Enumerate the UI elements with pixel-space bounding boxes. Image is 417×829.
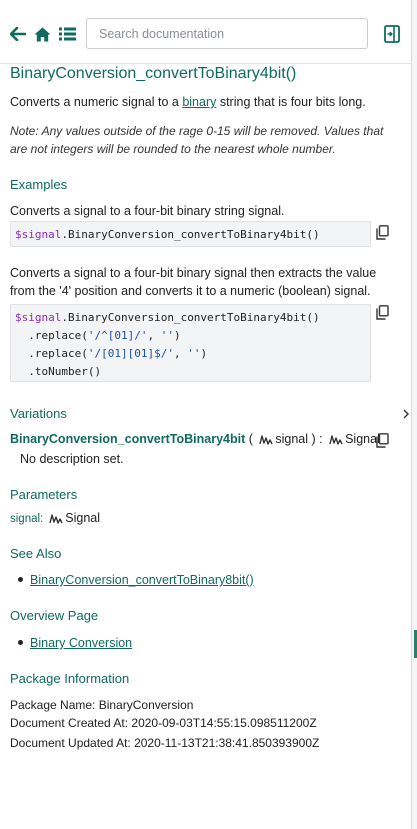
copy-icon[interactable]: [376, 225, 390, 241]
see-also-heading: See Also: [10, 546, 62, 561]
argument-type: signal: [275, 432, 309, 446]
variation-no-description: No description set.: [20, 452, 124, 466]
code-text: ): [173, 329, 181, 342]
binary-link[interactable]: binary: [182, 95, 216, 109]
parameters-heading: Parameters: [10, 487, 78, 502]
example-2-code[interactable]: $signal.BinaryConversion_convertToBinary…: [10, 304, 371, 382]
examples-heading: Examples: [10, 177, 68, 192]
return-type: Signal: [345, 432, 380, 446]
code-string: '': [187, 347, 201, 360]
signal-icon: [329, 434, 343, 448]
variation-signature: BinaryConversion_convertToBinary4bit ( s…: [10, 432, 380, 448]
documentation-panel: BinaryConversion_convertToBinary4bit() C…: [0, 0, 412, 829]
see-also-link[interactable]: BinaryConversion_convertToBinary8bit(): [30, 573, 254, 587]
function-description: Converts a numeric signal to a binary st…: [10, 95, 366, 109]
see-also-item: BinaryConversion_convertToBinary8bit(): [18, 573, 254, 587]
overview-item: Binary Conversion: [18, 636, 132, 650]
code-line-2: .replace('/^[01]/', ''): [15, 327, 366, 345]
parameter-row: signal: Signal: [10, 511, 100, 527]
code-text: ,: [173, 347, 188, 360]
parameter-name: signal:: [10, 513, 44, 525]
code-string: '/^[01]/': [87, 329, 148, 342]
note-text: Note: Any values outside of the rage 0-1…: [10, 124, 384, 156]
parameter-type: Signal: [65, 511, 100, 525]
bullet-icon: [18, 640, 23, 645]
variation-function-name[interactable]: BinaryConversion_convertToBinary4bit: [10, 432, 245, 446]
code-string: '/[01][01]$/': [87, 347, 174, 360]
copy-icon[interactable]: [376, 305, 390, 321]
document-created: Document Created At: 2020-09-03T14:55:15…: [10, 716, 317, 730]
open-paren: (: [245, 432, 257, 446]
signal-icon: [259, 434, 273, 448]
close-paren: ) :: [308, 432, 327, 446]
variations-heading: Variations: [10, 406, 67, 421]
description-text-before: Converts a numeric signal to a: [10, 95, 183, 109]
overview-link[interactable]: Binary Conversion: [30, 636, 132, 650]
back-arrow-icon[interactable]: [8, 24, 28, 44]
code-line-1: $signal.BinaryConversion_convertToBinary…: [15, 309, 366, 327]
code-line-3: .replace('/[01][01]$/', ''): [15, 345, 366, 363]
copy-icon[interactable]: [376, 433, 390, 449]
description-text-after: string that is four bits long.: [216, 95, 366, 109]
list-icon[interactable]: [57, 24, 77, 44]
package-info-heading: Package Information: [10, 671, 130, 686]
right-gutter: [412, 0, 417, 829]
example-1-code[interactable]: $signal.BinaryConversion_convertToBinary…: [10, 221, 371, 247]
panel-toggle-icon[interactable]: [382, 24, 402, 44]
code-line-4: .toNumber(): [15, 365, 102, 378]
overview-heading: Overview Page: [10, 608, 99, 623]
code-text: .replace(: [15, 329, 88, 342]
chevron-right-icon[interactable]: [402, 408, 410, 419]
bullet-icon: [18, 577, 23, 582]
code-text: .BinaryConversion_convertToBinary4bit(): [61, 228, 320, 241]
search-input[interactable]: [86, 18, 368, 49]
code-text: .BinaryConversion_convertToBinary4bit(): [61, 311, 320, 324]
code-var: $signal: [15, 228, 62, 241]
package-name: Package Name: BinaryConversion: [10, 698, 194, 712]
code-text: ,: [147, 329, 161, 342]
toolbar: [0, 0, 412, 64]
code-text: ): [200, 347, 208, 360]
code-string: '': [160, 329, 174, 342]
example-2-description: Converts a signal to a four-bit binary s…: [10, 266, 377, 298]
code-text: .replace(: [15, 347, 88, 360]
code-var: $signal: [15, 311, 62, 324]
page-title: BinaryConversion_convertToBinary4bit(): [10, 65, 297, 82]
signal-icon: [49, 513, 63, 527]
home-icon[interactable]: [32, 24, 52, 44]
document-updated: Document Updated At: 2020-11-13T21:38:41…: [10, 736, 320, 750]
example-1-description: Converts a signal to a four-bit binary s…: [10, 204, 285, 218]
